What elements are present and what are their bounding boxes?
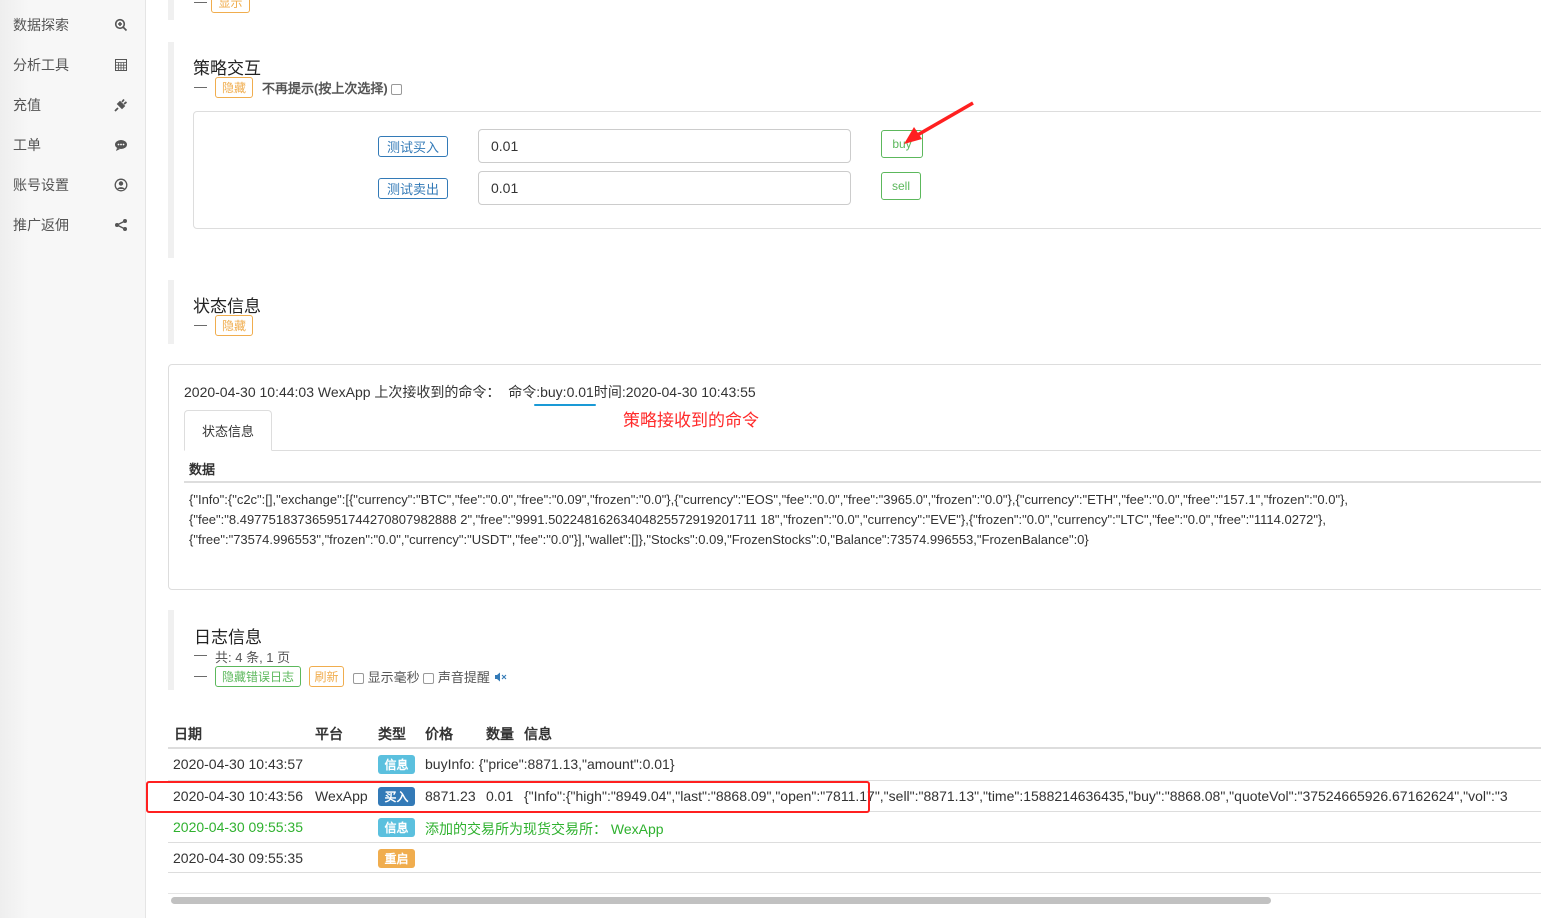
sidebar-item-tickets[interactable]: 工单 (13, 135, 128, 155)
tab-divider (184, 450, 1541, 451)
interaction-panel (193, 111, 1541, 229)
dash: — (194, 668, 207, 683)
sidebar-item-label: 分析工具 (13, 57, 69, 73)
horizontal-scrollbar[interactable] (171, 897, 1271, 904)
no-prompt-option[interactable]: 不再提示(按上次选择) (262, 78, 403, 97)
test-sell-input[interactable]: 0.01 (478, 171, 851, 205)
sidebar: 数据探索 分析工具 充值 工单 账号设置 推广返佣 (0, 0, 146, 918)
col-platform: 平台 (315, 726, 343, 742)
log-row: 2020-04-30 10:43:57 信息 buyInfo: {"price"… (168, 749, 1541, 780)
json-line: {"free":"73574.996553","frozen":"0.0","c… (189, 532, 1089, 547)
comment-icon (115, 140, 127, 151)
col-info: 信息 (524, 726, 552, 742)
dash: — (194, 317, 207, 332)
data-header: 数据 (189, 462, 216, 477)
red-highlight-box (146, 781, 870, 813)
sound-alert-label: 声音提醒 (437, 670, 490, 685)
sound-alert-checkbox[interactable] (423, 673, 435, 685)
status-json: {"Info":{"c2c":[],"exchange":[{"currency… (189, 490, 1348, 550)
json-line: {"fee":"8.497751837365951744270807982888… (189, 512, 1326, 527)
test-buy-input[interactable]: 0.01 (478, 129, 851, 163)
sidebar-item-label: 数据探索 (13, 17, 69, 33)
log-summary: 共: 4 条, 1 页 (215, 650, 291, 665)
refresh-button[interactable]: 刷新 (309, 666, 344, 687)
tab-status-info[interactable]: 状态信息 (184, 410, 272, 451)
plug-icon (114, 98, 128, 112)
interaction-title: 策略交互 (193, 59, 261, 78)
log-type-label: 重启 (378, 849, 415, 868)
table-bottom-divider (168, 872, 1541, 873)
log-type-badge: 重启 (378, 849, 415, 868)
section-bar (168, 280, 174, 344)
show-ms-label: 显示毫秒 (367, 670, 420, 685)
volume-mute-icon[interactable] (494, 672, 507, 682)
no-prompt-label: 不再提示(按上次选择) (262, 81, 388, 96)
status-line-time: 时间:2020-04-30 10:43:55 (593, 384, 756, 400)
col-price: 价格 (425, 726, 453, 742)
sidebar-item-label: 充值 (13, 97, 41, 113)
scroll-track (168, 893, 1541, 894)
log-info: 添加的交易所为现货交易所： WexApp (425, 821, 664, 837)
blue-underline-annotation (534, 404, 596, 406)
dash: — (194, 0, 207, 9)
section-bar (168, 0, 174, 20)
sidebar-item-label: 推广返佣 (13, 217, 69, 233)
no-prompt-checkbox[interactable] (391, 84, 403, 96)
hide-error-logs-button[interactable]: 隐藏错误日志 (215, 666, 301, 687)
user-circle-icon (114, 178, 128, 192)
section-bar (168, 610, 174, 690)
log-title: 日志信息 (194, 628, 262, 647)
log-row: 2020-04-30 09:55:35 重启 (168, 842, 1541, 873)
log-date: 2020-04-30 09:55:35 (173, 819, 303, 835)
col-date: 日期 (174, 726, 202, 742)
sidebar-item-data-explore[interactable]: 数据探索 (13, 15, 128, 35)
calculator-icon (115, 59, 127, 71)
dash: — (194, 79, 207, 94)
log-type-label: 信息 (378, 818, 415, 837)
log-type-badge: 信息 (378, 755, 415, 774)
test-buy-label-button[interactable]: 测试买入 (378, 136, 448, 157)
sidebar-item-label: 账号设置 (13, 177, 69, 193)
log-info: buyInfo: {"price":8871.13,"amount":0.01} (425, 756, 675, 772)
data-header-divider (184, 481, 1541, 483)
log-type-label: 信息 (378, 755, 415, 774)
show-ms-checkbox[interactable] (353, 673, 364, 685)
log-type-badge: 信息 (378, 818, 415, 837)
status-title: 状态信息 (193, 297, 261, 316)
last-command-line: 2020-04-30 10:44:03 WexApp 上次接收到的命令： 命令:… (184, 382, 756, 402)
log-row: 2020-04-30 09:55:35 信息 添加的交易所为现货交易所： Wex… (168, 811, 1541, 842)
share-icon (115, 219, 127, 231)
sell-button[interactable]: sell (881, 172, 921, 200)
col-type: 类型 (378, 726, 406, 742)
sidebar-item-referral[interactable]: 推广返佣 (13, 215, 128, 235)
sidebar-item-recharge[interactable]: 充值 (13, 95, 128, 115)
sidebar-item-analysis-tools[interactable]: 分析工具 (13, 55, 128, 75)
status-line-prefix: 2020-04-30 10:44:03 WexApp 上次接收到的命令： (184, 384, 509, 400)
show-button[interactable]: 显示 (211, 0, 250, 13)
col-amount: 数量 (486, 726, 514, 742)
hide-status-button[interactable]: 隐藏 (215, 315, 253, 336)
sidebar-item-label: 工单 (13, 137, 41, 153)
log-date: 2020-04-30 09:55:35 (173, 850, 303, 866)
test-sell-label-button[interactable]: 测试卖出 (378, 178, 448, 199)
json-line: {"Info":{"c2c":[],"exchange":[{"currency… (189, 492, 1349, 507)
log-date: 2020-04-30 10:43:57 (173, 756, 303, 772)
search-plus-icon (114, 18, 128, 32)
log-options: 显示毫秒 声音提醒 (353, 667, 507, 686)
section-bar (168, 42, 174, 258)
sidebar-item-account-settings[interactable]: 账号设置 (13, 175, 128, 195)
command-annotation: 策略接收到的命令 (623, 411, 759, 430)
dash: — (194, 647, 207, 662)
red-arrow-annotation-icon (904, 101, 974, 144)
status-line-command: 命令:buy:0.01 (508, 384, 594, 400)
hide-interaction-button[interactable]: 隐藏 (215, 77, 253, 98)
